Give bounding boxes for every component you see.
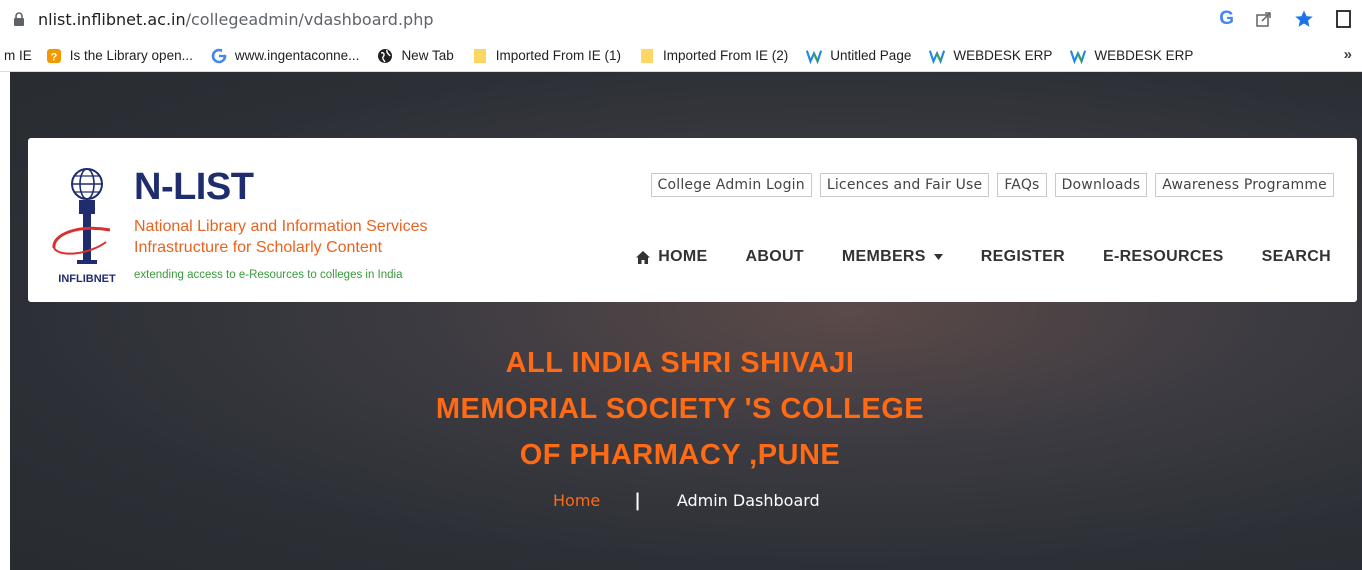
more-bookmarks-button[interactable]: » xyxy=(1344,46,1352,63)
bookmark-label: m IE xyxy=(4,48,32,63)
college-name: ALL INDIA SHRI SHIVAJI MEMORIAL SOCIETY … xyxy=(420,340,940,478)
w-icon xyxy=(1070,48,1087,64)
nav-search-label: SEARCH xyxy=(1261,248,1331,265)
brand-title[interactable]: N-LIST xyxy=(134,166,254,209)
bookmark-label: New Tab xyxy=(401,48,454,63)
bookmark-label: Is the Library open... xyxy=(69,48,193,63)
downloads-link[interactable]: Downloads xyxy=(1054,173,1148,197)
breadcrumb: Home | Admin Dashboard xyxy=(553,490,820,511)
nav-members[interactable]: MEMBERS xyxy=(842,248,943,266)
main-nav: HOME ABOUT MEMBERS REGISTER E-RESOURCES … xyxy=(636,248,1331,266)
google-translate-icon[interactable]: G xyxy=(1219,8,1234,30)
url-text[interactable]: nlist.inflibnet.ac.in/collegeadmin/vdash… xyxy=(38,10,434,29)
brand-subtitle-line2: Infrastructure for Scholarly Content xyxy=(134,239,383,256)
nav-register-label: REGISTER xyxy=(980,248,1065,265)
url-path: /collegeadmin/vdashboard.php xyxy=(185,10,434,29)
bookmark-label: WEBDESK ERP xyxy=(1094,48,1194,63)
college-name-line3: OF PHARMACY ,PUNE xyxy=(519,439,841,471)
nav-home-label: HOME xyxy=(658,248,708,265)
top-links: College Admin Login Licences and Fair Us… xyxy=(650,173,1334,197)
lock-icon[interactable] xyxy=(14,12,24,26)
nav-members-label: MEMBERS xyxy=(841,248,926,265)
bookmark-label: Untitled Page xyxy=(830,48,912,63)
bookmark-label: www.ingentaconne... xyxy=(234,48,360,63)
caret-down-icon xyxy=(933,254,943,260)
address-bar[interactable]: nlist.inflibnet.ac.in/collegeadmin/vdash… xyxy=(0,0,1362,40)
bookmark-item[interactable]: New Tab xyxy=(377,48,454,64)
breadcrumb-separator: | xyxy=(634,490,641,511)
nav-register[interactable]: REGISTER xyxy=(981,248,1065,266)
faqs-link[interactable]: FAQs xyxy=(997,173,1047,197)
bookmark-item[interactable]: www.ingentaconne... xyxy=(211,48,360,64)
bookmark-item[interactable]: m IE xyxy=(4,48,32,63)
bookmark-item[interactable]: WEBDESK ERP xyxy=(1070,48,1193,64)
folder-icon xyxy=(472,48,488,64)
awareness-programme-link[interactable]: Awareness Programme xyxy=(1155,173,1334,197)
site-header: INFLIBNET N-LIST National Library and In… xyxy=(28,138,1357,302)
bookmark-item[interactable]: ? Is the Library open... xyxy=(46,48,193,64)
url-host: nlist.inflibnet.ac.in xyxy=(38,10,186,29)
side-panel-icon[interactable] xyxy=(1334,9,1354,29)
breadcrumb-home-link[interactable]: Home xyxy=(553,491,600,510)
bookmark-item[interactable]: Imported From IE (2) xyxy=(639,48,788,64)
nav-search[interactable]: SEARCH xyxy=(1262,248,1331,266)
share-icon[interactable] xyxy=(1254,9,1274,29)
folder-icon xyxy=(639,48,655,64)
nav-eresources-label: E-RESOURCES xyxy=(1102,248,1224,265)
question-icon: ? xyxy=(46,48,62,64)
nav-home[interactable]: HOME xyxy=(636,248,707,266)
w-icon xyxy=(929,48,946,64)
bookmark-item[interactable]: Imported From IE (1) xyxy=(472,48,621,64)
google-icon xyxy=(211,48,227,64)
globe-icon xyxy=(377,48,393,64)
nav-eresources[interactable]: E-RESOURCES xyxy=(1103,248,1224,266)
nav-about-label: ABOUT xyxy=(745,248,804,265)
bookmark-star-icon[interactable] xyxy=(1294,9,1314,29)
breadcrumb-current: Admin Dashboard xyxy=(676,491,820,510)
college-name-line1: ALL INDIA SHRI SHIVAJI xyxy=(505,347,855,379)
w-icon xyxy=(806,48,823,64)
inflibnet-logo[interactable]: INFLIBNET xyxy=(50,160,124,284)
bookmarks-bar: m IE ? Is the Library open... www.ingent… xyxy=(0,40,1362,72)
brand-subtitle-line1: National Library and Information Service… xyxy=(134,218,428,235)
college-name-line2: MEMORIAL SOCIETY 'S COLLEGE xyxy=(435,393,925,425)
brand-tagline: extending access to e-Resources to colle… xyxy=(134,269,403,281)
nav-about[interactable]: ABOUT xyxy=(745,248,803,266)
bookmark-label: Imported From IE (1) xyxy=(495,48,621,63)
college-admin-login-link[interactable]: College Admin Login xyxy=(650,173,812,197)
svg-text:?: ? xyxy=(50,51,57,63)
emblem-text: INFLIBNET xyxy=(58,273,116,284)
bookmark-label: Imported From IE (2) xyxy=(663,48,789,63)
licences-fair-use-link[interactable]: Licences and Fair Use xyxy=(819,173,990,197)
bookmark-item[interactable]: Untitled Page xyxy=(806,48,911,64)
bookmark-item[interactable]: WEBDESK ERP xyxy=(929,48,1052,64)
bookmark-label: WEBDESK ERP xyxy=(953,48,1053,63)
home-icon xyxy=(636,250,651,264)
